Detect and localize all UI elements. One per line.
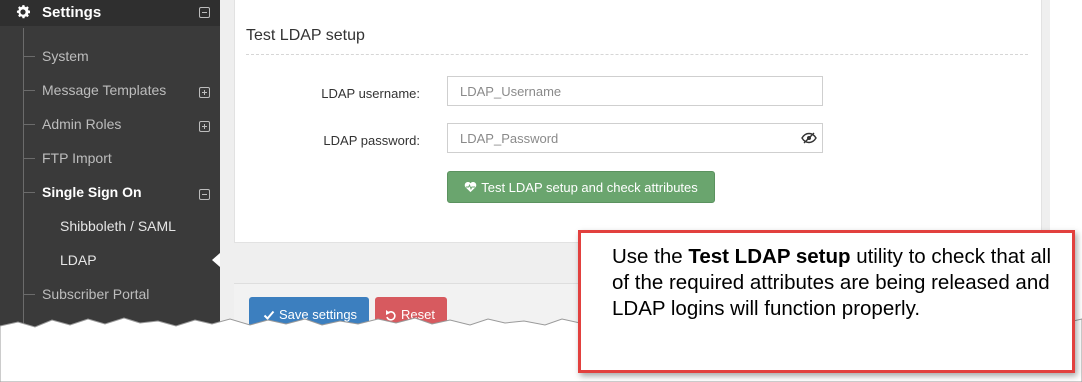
ldap-username-label: LDAP username: <box>321 86 420 101</box>
sidebar-item-single-sign-on[interactable]: Single Sign On <box>0 177 220 207</box>
section-divider <box>246 54 1028 55</box>
callout-text-prefix: Use the <box>612 245 689 268</box>
eye-slash-icon[interactable] <box>801 132 817 144</box>
sidebar-item-label: Single Sign On <box>42 184 142 200</box>
sidebar-item-ldap[interactable]: LDAP <box>0 245 220 275</box>
sidebar-item-label: LDAP <box>60 252 97 268</box>
sidebar-item-label: Message Templates <box>42 82 167 98</box>
sidebar-item-admin-roles[interactable]: Admin Roles <box>0 109 220 139</box>
collapse-toggle-icon[interactable] <box>199 5 210 22</box>
sidebar-item-message-templates[interactable]: Message Templates <box>0 75 220 105</box>
active-item-caret <box>212 253 220 267</box>
sidebar-item-label: System <box>42 48 89 64</box>
sidebar-item-label: Admin Roles <box>42 116 122 132</box>
sidebar-item-label: Shibboleth / SAML <box>60 218 176 234</box>
callout-text-bold: Test LDAP setup <box>688 245 851 268</box>
expand-toggle-icon[interactable] <box>199 85 210 101</box>
test-ldap-button[interactable]: Test LDAP setup and check attributes <box>447 171 715 203</box>
callout-box: Use the Test LDAP setup utility to check… <box>578 230 1075 373</box>
heartbeat-icon <box>464 182 477 193</box>
sidebar-item-label: FTP Import <box>42 150 112 166</box>
sidebar-header-label: Settings <box>42 4 102 21</box>
section-title: Test LDAP setup <box>246 27 365 44</box>
sidebar-item-shibboleth-saml[interactable]: Shibboleth / SAML <box>0 211 220 241</box>
sidebar-item-system[interactable]: System <box>0 41 220 71</box>
expand-toggle-icon[interactable] <box>199 119 210 135</box>
ldap-username-input[interactable]: LDAP_Username <box>447 76 823 106</box>
sidebar: Settings System Message Templates Admin … <box>0 0 220 330</box>
ldap-password-label: LDAP password: <box>323 133 420 148</box>
gear-icon <box>16 5 31 19</box>
test-ldap-button-label: Test LDAP setup and check attributes <box>481 179 698 195</box>
sidebar-header-settings[interactable]: Settings <box>0 0 220 26</box>
collapse-toggle-icon[interactable] <box>199 187 210 203</box>
sidebar-item-ftp-import[interactable]: FTP Import <box>0 143 220 173</box>
ldap-password-input[interactable]: LDAP_Password <box>447 123 823 153</box>
